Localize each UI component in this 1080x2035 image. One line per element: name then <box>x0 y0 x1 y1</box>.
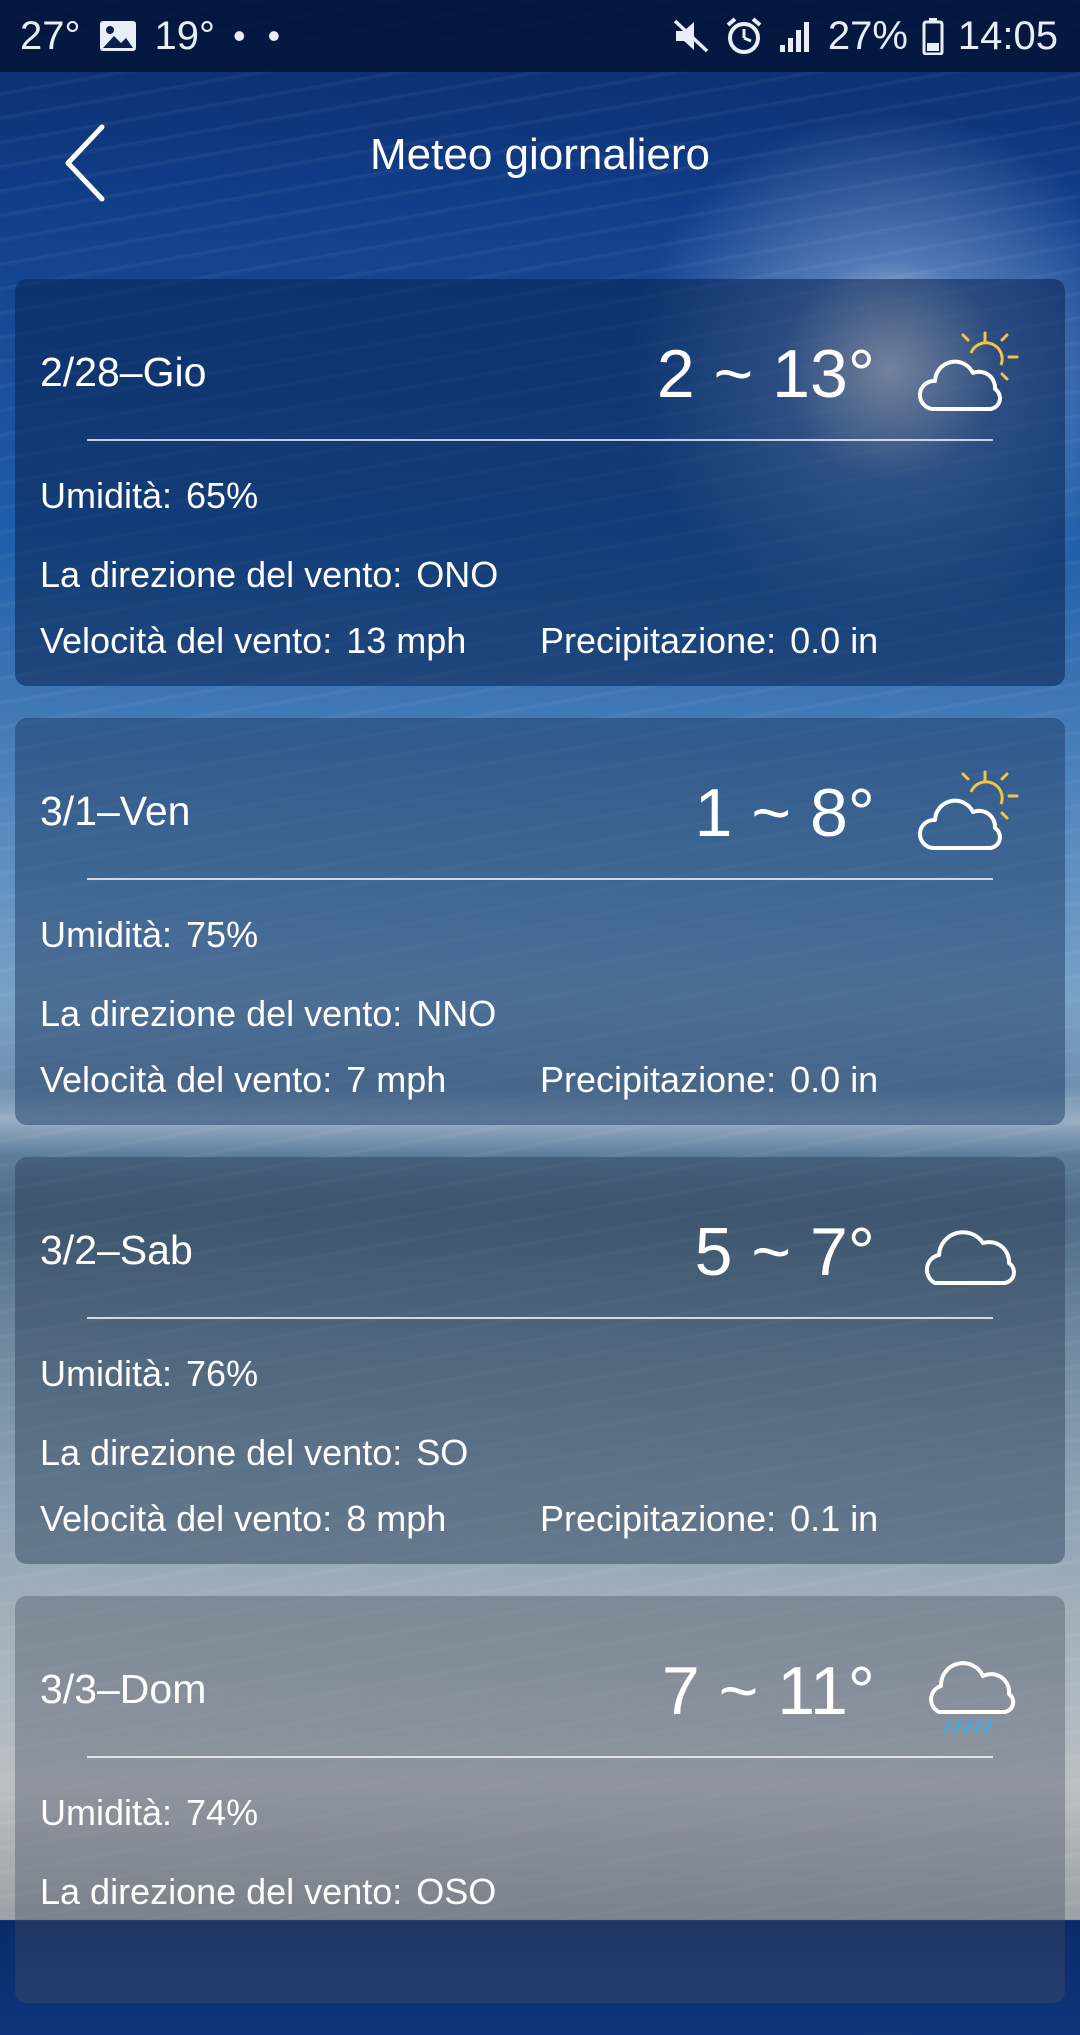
precipitation-label: Precipitazione: <box>540 1498 777 1539</box>
day-temperature-range: 2 ~ 13° <box>656 336 875 412</box>
wind-speed-value: 13 mph <box>346 620 467 661</box>
alarm-icon <box>724 17 764 55</box>
day-card[interactable]: 2/28–Gio 2 ~ 13° Umidità: 65% La direzion… <box>15 279 1065 686</box>
wind-direction-label: La direzione del vento: <box>40 1432 403 1473</box>
cloud-icon <box>924 1230 1016 1285</box>
wind-speed-value: 8 mph <box>346 1498 447 1539</box>
wind-direction-label: La direzione del vento: <box>40 993 403 1034</box>
wind-speed: Velocità del vento: 8 mph <box>40 1498 446 1540</box>
humidity: Umidità: 75% <box>40 914 258 956</box>
wind-speed-label: Velocità del vento: <box>40 1498 333 1539</box>
wind-direction-value: NNO <box>416 993 497 1034</box>
humidity-value: 75% <box>186 914 259 955</box>
precipitation: Precipitazione: 0.0 in <box>540 620 878 662</box>
day-card[interactable]: 3/2–Sab 5 ~ 7° Umidità: 76% La direzione … <box>15 1157 1065 1564</box>
status-temp-1: 27° <box>20 13 81 58</box>
humidity: Umidità: 76% <box>40 1353 258 1395</box>
partly-cloudy-icon <box>917 770 1019 850</box>
status-temp-2: 19° <box>154 13 216 58</box>
precipitation-label: Precipitazione: <box>540 620 777 661</box>
humidity-label: Umidità: <box>40 1792 173 1833</box>
wind-direction: La direzione del vento: ONO <box>40 554 498 596</box>
status-time: 14:05 <box>957 13 1058 58</box>
day-date: 2/28–Gio <box>40 349 207 395</box>
precipitation: Precipitazione: 0.0 in <box>540 1059 878 1101</box>
humidity-value: 76% <box>186 1353 259 1394</box>
humidity-label: Umidità: <box>40 914 173 955</box>
wind-speed-value: 7 mph <box>346 1059 447 1100</box>
precipitation-value: 0.1 in <box>790 1498 879 1539</box>
day-date: 3/2–Sab <box>40 1227 193 1273</box>
day-temperature-range: 7 ~ 11° <box>661 1653 875 1729</box>
humidity: Umidità: 74% <box>40 1792 258 1834</box>
card-divider <box>87 878 993 880</box>
battery-icon <box>922 17 944 55</box>
status-bar: 27° 19° • • 27% 14:05 <box>0 0 1080 72</box>
precipitation-label: Precipitazione: <box>540 1059 777 1100</box>
header: Meteo giornaliero <box>0 90 1080 225</box>
wind-direction: La direzione del vento: SO <box>40 1432 468 1474</box>
day-card[interactable]: 3/1–Ven 1 ~ 8° Umidità: 75% La direzione … <box>15 718 1065 1125</box>
day-card[interactable]: 3/3–Dom 7 ~ 11° Umidità: 74% La direzione… <box>15 1596 1065 2003</box>
wind-direction-value: OSO <box>416 1871 497 1912</box>
precipitation-value: 0.0 in <box>790 620 879 661</box>
day-temperature-range: 1 ~ 8° <box>694 775 875 851</box>
rain-cloud-icon <box>929 1661 1016 1734</box>
status-right: 27% 14:05 <box>672 14 1058 59</box>
card-divider <box>87 1756 993 1758</box>
humidity-label: Umidità: <box>40 475 173 516</box>
mute-icon <box>672 18 710 54</box>
daily-forecast-list: 2/28–Gio 2 ~ 13° Umidità: 65% La direzion… <box>15 279 1065 2035</box>
partly-cloudy-icon <box>917 331 1019 411</box>
wind-speed-label: Velocità del vento: <box>40 620 333 661</box>
wind-direction-value: SO <box>416 1432 469 1473</box>
card-divider <box>87 439 993 441</box>
humidity-label: Umidità: <box>40 1353 173 1394</box>
humidity: Umidità: 65% <box>40 475 258 517</box>
wind-speed: Velocità del vento: 7 mph <box>40 1059 446 1101</box>
status-left: 27° 19° • • <box>20 14 286 59</box>
page-title: Meteo giornaliero <box>370 130 710 179</box>
day-date: 3/1–Ven <box>40 788 191 834</box>
wind-direction-label: La direzione del vento: <box>40 1871 403 1912</box>
wind-direction-value: ONO <box>416 554 499 595</box>
battery-percent: 27% <box>827 13 908 58</box>
day-date: 3/3–Dom <box>40 1666 207 1712</box>
precipitation-value: 0.0 in <box>790 1059 879 1100</box>
humidity-value: 74% <box>186 1792 259 1833</box>
wind-direction-label: La direzione del vento: <box>40 554 403 595</box>
card-divider <box>87 1317 993 1319</box>
humidity-value: 65% <box>186 475 259 516</box>
wind-speed-label: Velocità del vento: <box>40 1059 333 1100</box>
wind-direction: La direzione del vento: OSO <box>40 1871 496 1913</box>
status-dots: • • <box>233 15 287 56</box>
wind-direction: La direzione del vento: NNO <box>40 993 496 1035</box>
image-icon <box>99 20 137 52</box>
precipitation: Precipitazione: 0.1 in <box>540 1498 878 1540</box>
wind-speed: Velocità del vento: 13 mph <box>40 620 466 662</box>
day-temperature-range: 5 ~ 7° <box>694 1214 875 1290</box>
signal-icon <box>778 19 814 53</box>
